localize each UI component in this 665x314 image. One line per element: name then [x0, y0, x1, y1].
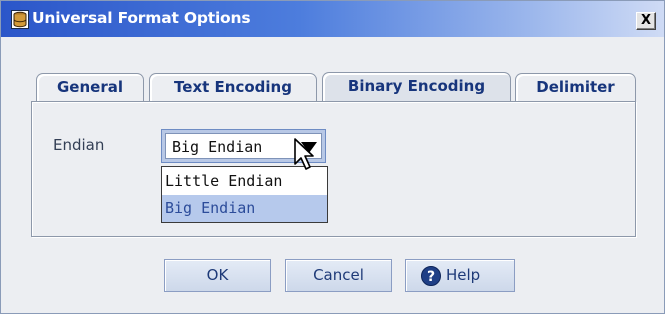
dropdown-option-big-endian[interactable]: Big Endian — [162, 195, 327, 222]
title-bar[interactable]: Universal Format Options X — [1, 1, 664, 37]
ok-button[interactable]: OK — [164, 259, 271, 292]
tab-text-encoding[interactable]: Text Encoding — [149, 73, 317, 101]
svg-text:?: ? — [427, 269, 435, 285]
tab-delimiter[interactable]: Delimiter — [515, 73, 636, 101]
help-button-label: Help — [446, 266, 481, 284]
cancel-button[interactable]: Cancel — [285, 259, 392, 292]
endian-selected-value: Big Endian — [172, 138, 263, 156]
tab-general[interactable]: General — [36, 73, 144, 101]
window-title: Universal Format Options — [32, 9, 251, 27]
close-button[interactable]: X — [636, 12, 656, 30]
binary-encoding-panel — [31, 101, 636, 237]
mouse-pointer-icon — [294, 138, 314, 170]
help-button[interactable]: ? Help — [405, 259, 515, 292]
endian-label: Endian — [53, 136, 105, 154]
tab-binary-encoding[interactable]: Binary Encoding — [322, 72, 511, 102]
database-icon — [11, 10, 29, 29]
endian-dropdown-list: Little Endian Big Endian — [161, 166, 328, 223]
help-circle-icon: ? — [421, 266, 441, 286]
universal-format-options-dialog: Universal Format Options X General Text … — [0, 0, 665, 314]
